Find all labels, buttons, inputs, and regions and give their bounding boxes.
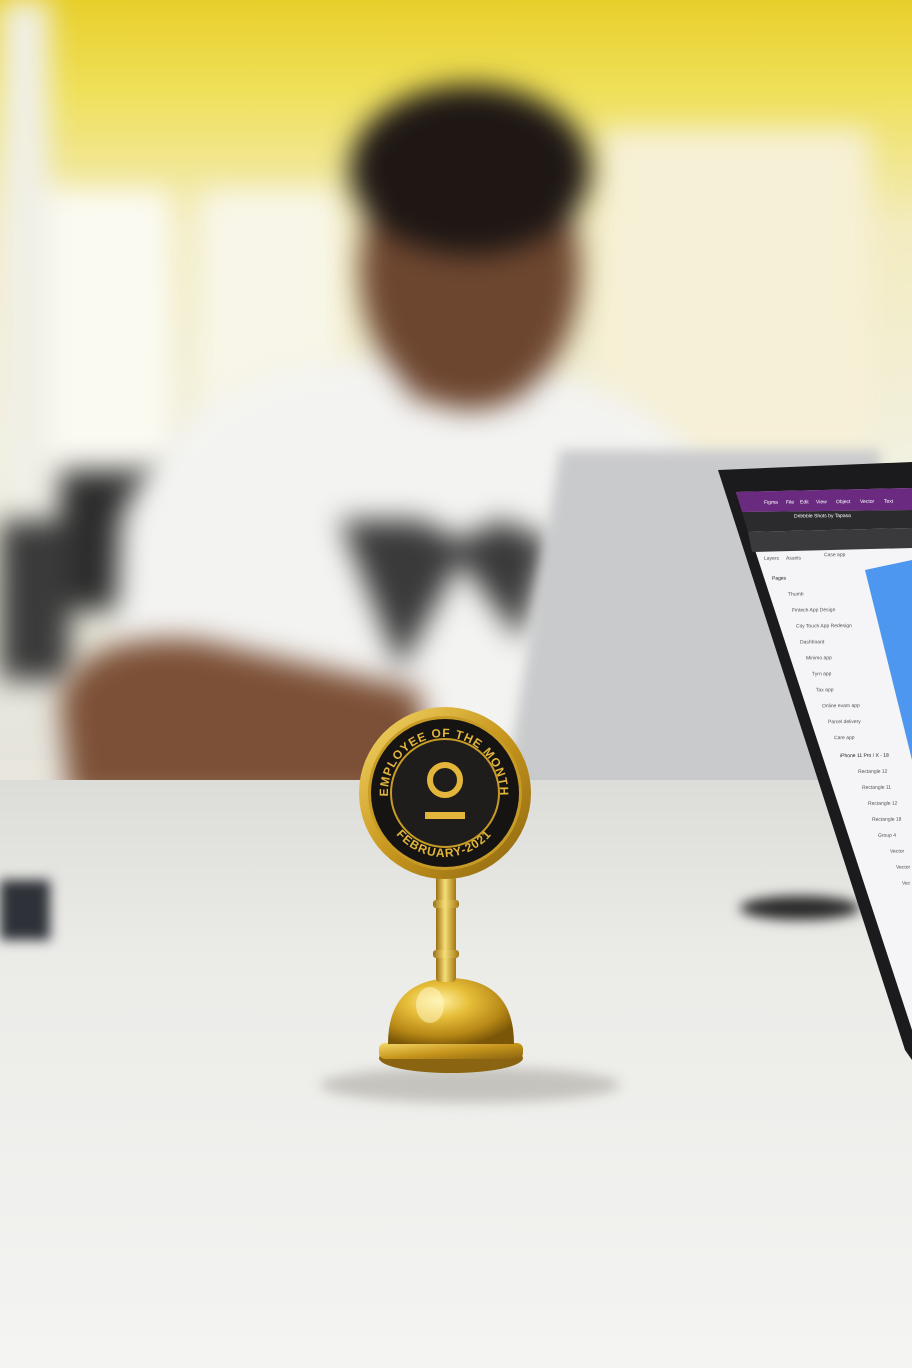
employee-trophy: EMPLOYEE OF THE MONTH FEBRUARY-2021 [359,707,531,1073]
photo-scene: Figma File Edit View Object Vector Text … [0,0,912,1368]
